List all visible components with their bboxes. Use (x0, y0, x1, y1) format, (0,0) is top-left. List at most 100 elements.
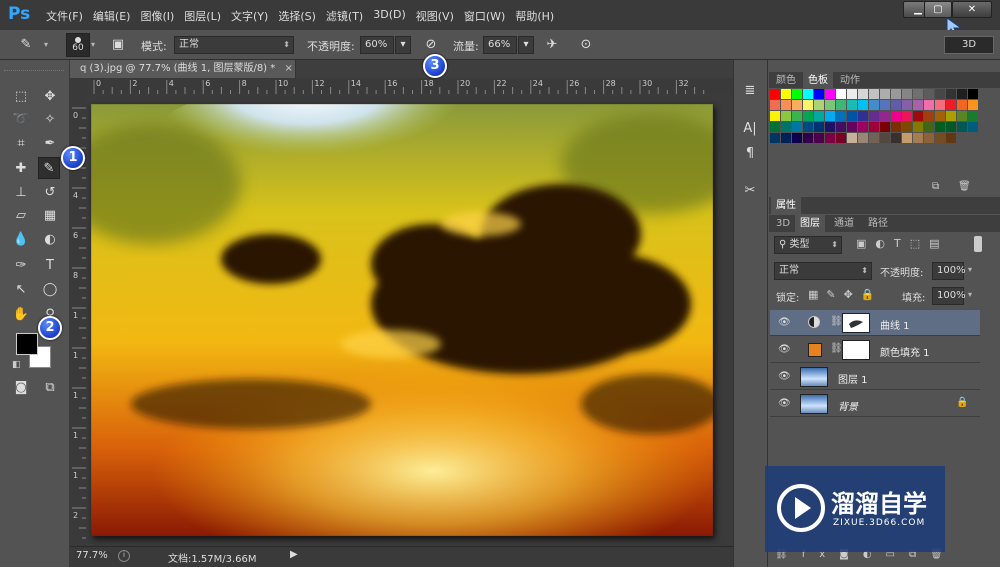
eyedropper-tool-icon[interactable]: ✒ (39, 133, 61, 155)
color-swatch[interactable] (814, 100, 824, 110)
color-swatch[interactable] (781, 111, 791, 121)
layer-opacity-arrow-icon[interactable]: ▾ (968, 265, 972, 274)
path-selection-tool-icon[interactable]: ↖ (10, 279, 32, 301)
layer-filter-icons[interactable]: ▣◐T⬚▤ (856, 237, 949, 250)
color-swatch[interactable] (836, 133, 846, 143)
mode-select[interactable]: 正常 ⬍ (174, 36, 294, 54)
color-swatch[interactable] (935, 133, 945, 143)
color-swatch[interactable] (946, 89, 956, 99)
zoom-level[interactable]: 77.7% (76, 550, 108, 561)
color-swatch[interactable] (814, 111, 824, 121)
color-swatch[interactable] (880, 133, 890, 143)
menu-view[interactable]: 视图(V) (414, 8, 462, 24)
color-swatch[interactable] (902, 111, 912, 121)
color-swatch[interactable] (770, 122, 780, 132)
airbrush-icon[interactable]: ✈ (542, 35, 562, 55)
status-info-icon[interactable]: i (118, 550, 130, 562)
color-swatch[interactable] (814, 89, 824, 99)
tool-presets-icon[interactable]: ✂ (739, 180, 761, 202)
fill-arrow-icon[interactable]: ▾ (968, 290, 972, 299)
brush-panel-toggle-icon[interactable]: ▣ (108, 35, 128, 55)
color-swatch[interactable] (814, 133, 824, 143)
color-swatch[interactable] (946, 122, 956, 132)
menu-3d[interactable]: 3D(D) (371, 8, 414, 24)
gradient-tool-icon[interactable]: ▦ (39, 205, 61, 227)
color-swatch[interactable] (946, 111, 956, 121)
menu-file[interactable]: 文件(F) (44, 8, 91, 24)
color-swatch[interactable] (858, 122, 868, 132)
color-swatch[interactable] (803, 89, 813, 99)
color-swatch[interactable] (924, 89, 934, 99)
crop-tool-icon[interactable]: ⌗ (10, 133, 32, 155)
color-swatch[interactable] (880, 100, 890, 110)
color-swatch[interactable] (836, 89, 846, 99)
color-swatch[interactable] (836, 111, 846, 121)
color-swatch[interactable] (946, 133, 956, 143)
color-swatch[interactable] (792, 111, 802, 121)
tools-grip[interactable] (4, 70, 64, 74)
color-swatch[interactable] (858, 111, 868, 121)
layer-thumbnail[interactable] (800, 367, 828, 387)
color-swatch[interactable] (924, 122, 934, 132)
color-swatch[interactable] (825, 100, 835, 110)
color-swatch[interactable] (836, 122, 846, 132)
color-swatch[interactable] (957, 111, 967, 121)
color-swatch[interactable] (891, 111, 901, 121)
color-swatch[interactable] (968, 122, 978, 132)
color-swatch[interactable] (781, 122, 791, 132)
default-colors-icon[interactable]: ◧ (12, 360, 21, 370)
color-swatch[interactable] (803, 133, 813, 143)
color-swatch[interactable] (935, 111, 945, 121)
3d-workspace-button[interactable]: 3D (944, 36, 994, 54)
color-swatch[interactable] (825, 122, 835, 132)
layer-opacity-input[interactable]: 100% (932, 262, 966, 280)
quick-mask-icon[interactable]: ◙ (10, 377, 32, 399)
opacity-input[interactable]: 60% (360, 36, 394, 54)
layer-mask-thumbnail[interactable] (842, 313, 870, 333)
lock-icons[interactable]: ▦✎✥🔒 (808, 288, 883, 301)
color-swatch[interactable] (946, 100, 956, 110)
color-swatch[interactable] (825, 133, 835, 143)
color-swatch[interactable] (913, 89, 923, 99)
brush-size-picker[interactable]: 60 (66, 33, 90, 57)
tab-channels[interactable]: 通道 (829, 215, 859, 233)
visibility-eye-icon[interactable]: 👁 (778, 371, 791, 383)
color-swatch[interactable] (913, 133, 923, 143)
tab-swatches[interactable]: 色板 (803, 72, 833, 90)
history-panel-icon[interactable]: ≣ (739, 80, 761, 102)
new-swatch-icon[interactable]: ⧉ (932, 181, 939, 192)
pressure-opacity-icon[interactable]: ⊘ (421, 35, 441, 55)
history-brush-tool-icon[interactable]: ↺ (39, 182, 61, 204)
status-menu-arrow-icon[interactable]: ▶ (290, 549, 298, 560)
document-tab-close-icon[interactable]: × (284, 63, 292, 74)
tab-layers[interactable]: 图层 (795, 215, 825, 233)
color-swatch[interactable] (902, 89, 912, 99)
paragraph-panel-icon[interactable]: ¶ (739, 143, 761, 165)
lasso-tool-icon[interactable]: ➰ (10, 109, 32, 131)
color-swatch[interactable] (825, 89, 835, 99)
color-swatch[interactable] (836, 100, 846, 110)
color-swatch[interactable] (858, 133, 868, 143)
color-swatch[interactable] (935, 89, 945, 99)
color-swatch[interactable] (781, 89, 791, 99)
filter-toggle[interactable] (974, 236, 982, 252)
color-swatch[interactable] (770, 133, 780, 143)
color-fill-swatch[interactable] (808, 343, 822, 357)
document-image[interactable] (91, 104, 713, 536)
color-swatch[interactable] (858, 100, 868, 110)
color-swatch[interactable] (968, 89, 978, 99)
move-tool-icon[interactable]: ✥ (39, 86, 61, 108)
color-swatch[interactable] (847, 111, 857, 121)
color-swatch[interactable] (803, 111, 813, 121)
color-swatch[interactable] (935, 100, 945, 110)
color-swatch[interactable] (968, 111, 978, 121)
chain-link-icon[interactable]: ⛓ (830, 343, 843, 354)
type-tool-icon[interactable]: T (39, 255, 61, 277)
tab-3d[interactable]: 3D (771, 215, 795, 233)
color-swatch[interactable] (792, 89, 802, 99)
flow-dropdown-arrow-icon[interactable]: ▾ (518, 36, 534, 54)
color-swatch[interactable] (924, 133, 934, 143)
color-swatch[interactable] (869, 122, 879, 132)
color-swatch[interactable] (968, 100, 978, 110)
color-swatch[interactable] (781, 133, 791, 143)
